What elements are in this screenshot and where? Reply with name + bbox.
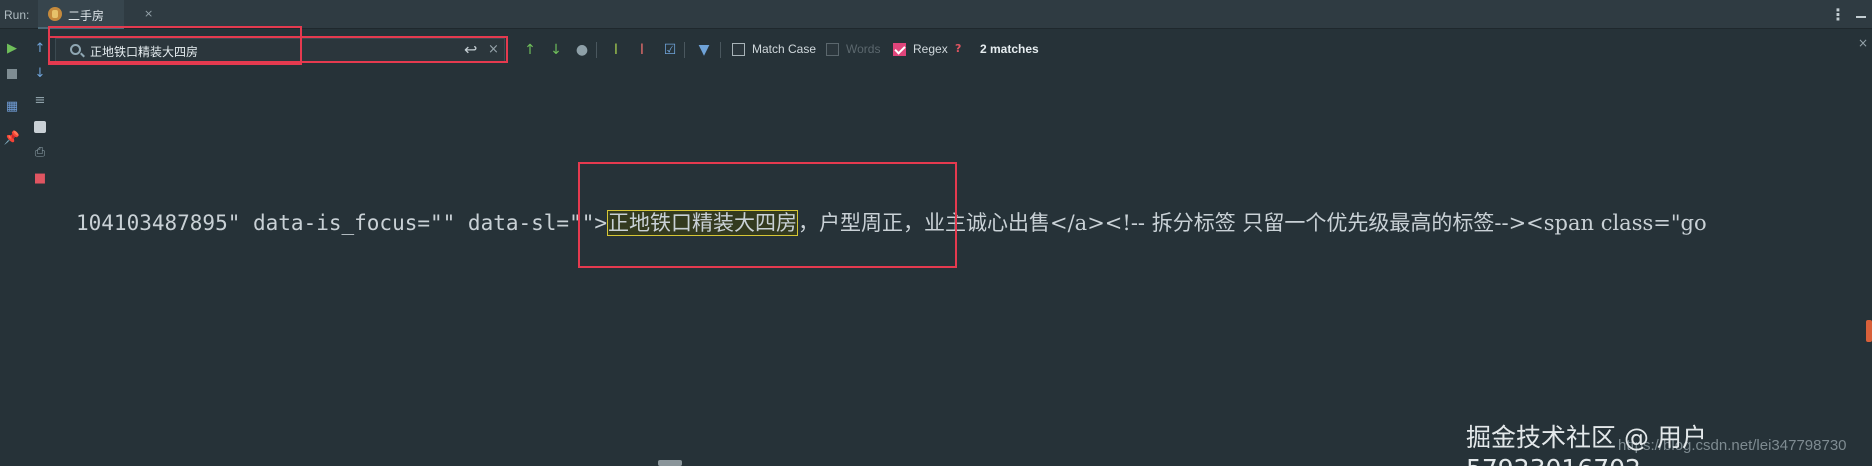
tab-label: 二手房	[68, 9, 105, 23]
select-all-icon: ☑	[663, 42, 677, 58]
regex-label[interactable]: Regex	[913, 42, 948, 56]
match-case-checkbox[interactable]	[732, 43, 745, 56]
tab-run-config[interactable]: 二手房 ×	[38, 0, 153, 29]
up-stack-button[interactable]: ↑	[31, 40, 49, 58]
pin-icon: 📌	[3, 131, 21, 146]
options-menu-icon[interactable]: ⋮	[1830, 5, 1846, 24]
words-checkbox	[826, 43, 839, 56]
soft-wrap-icon: ≡	[34, 93, 46, 108]
rerun-button[interactable]: ▶	[3, 40, 21, 58]
soft-wrap-button[interactable]: ≡	[31, 92, 49, 110]
find-input-box[interactable]: 正地铁口精装大四房 ↩ ×	[55, 38, 505, 62]
stop-button[interactable]	[3, 65, 21, 83]
words-label: Words	[846, 42, 881, 56]
remove-occurrence-button[interactable]: I	[632, 40, 652, 60]
add-occurrence-icon: I	[613, 42, 619, 58]
close-search-icon[interactable]: ×	[1858, 36, 1868, 50]
print-button[interactable]: ⎙	[31, 144, 49, 162]
minimize-icon[interactable]	[1856, 4, 1866, 18]
toolbar-separator	[684, 42, 685, 58]
match-count: 2 matches	[980, 42, 1039, 56]
remove-occurrence-icon: I	[639, 42, 645, 58]
down-stack-button[interactable]: ↓	[31, 65, 49, 83]
regex-checkbox[interactable]	[893, 43, 906, 56]
match-case-label[interactable]: Match Case	[752, 42, 816, 56]
regex-help-icon[interactable]: ?	[955, 42, 961, 55]
layout-button[interactable]: ▦	[3, 98, 21, 116]
close-icon[interactable]: ×	[144, 7, 153, 20]
scroll-to-end-button[interactable]	[31, 118, 49, 136]
toolbar-separator	[720, 42, 721, 58]
python-icon	[48, 7, 62, 21]
select-all-occurrences-button[interactable]: ☑	[660, 40, 680, 60]
watermark-text: 掘金技术社区 @ 用户57923016702	[1466, 423, 1707, 466]
trash-icon: ■	[33, 171, 47, 186]
toolbar-separator	[596, 42, 597, 58]
add-occurrence-button[interactable]: I	[606, 40, 626, 60]
arrow-down-icon: ↓	[34, 66, 46, 81]
find-all-button[interactable]: ●	[572, 40, 592, 60]
clear-search-icon[interactable]: ×	[488, 42, 499, 57]
arrow-up-icon: ↑	[34, 41, 46, 56]
filter-button[interactable]: ▼	[694, 40, 714, 60]
previous-occurrence-button[interactable]: ↑	[520, 40, 540, 60]
filter-icon: ▼	[698, 42, 710, 58]
arrow-down-icon: ↓	[550, 42, 562, 58]
scrollbar-match-marker[interactable]	[1866, 320, 1872, 342]
console-text-suffix: ，户型周正，业主诚心出售</a><!-- 拆分标签 只留一个优先级最高的标签--…	[798, 211, 1707, 235]
run-tool-window-header: Run: 二手房 × ⋮	[0, 0, 1872, 29]
console-output-line: 104103487895" data-is_focus="" data-sl="…	[76, 207, 1872, 237]
next-occurrence-button[interactable]: ↓	[546, 40, 566, 60]
play-icon: ▶	[7, 41, 17, 56]
layout-icon: ▦	[5, 99, 19, 114]
search-match-highlight: 正地铁口精装大四房	[607, 210, 799, 236]
print-icon: ⎙	[34, 145, 46, 160]
search-icon[interactable]	[70, 44, 81, 55]
user-icon: ●	[575, 42, 589, 58]
horizontal-scrollbar-thumb[interactable]	[658, 460, 682, 466]
search-input[interactable]: 正地铁口精装大四房	[90, 43, 198, 60]
new-line-icon[interactable]: ↩	[464, 40, 477, 59]
console-text-prefix: 104103487895" data-is_focus="" data-sl="…	[76, 211, 608, 235]
clear-all-button[interactable]: ■	[31, 170, 49, 188]
run-label: Run:	[4, 8, 30, 22]
arrow-up-icon: ↑	[524, 42, 536, 58]
pin-tab-button[interactable]: 📌	[3, 130, 21, 148]
